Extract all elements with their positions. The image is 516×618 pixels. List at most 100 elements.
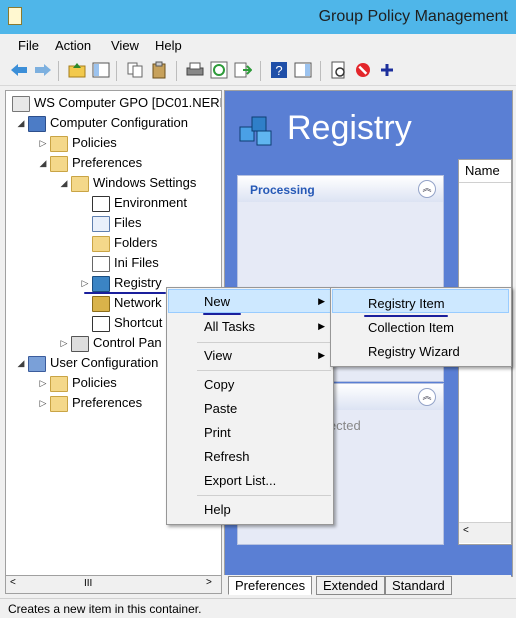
gpo-icon	[12, 95, 30, 112]
menu-item-help[interactable]: Help	[204, 502, 231, 517]
show-tree-icon[interactable]	[92, 61, 110, 79]
print-icon[interactable]	[186, 61, 204, 79]
tree-node-computer-configuration[interactable]: ◢ Computer Configuration	[16, 113, 188, 133]
scroll-thumb[interactable]: III	[84, 578, 92, 589]
paste-icon[interactable]	[150, 61, 168, 79]
tree-node-user-policies[interactable]: ▷ Policies	[38, 373, 117, 393]
toolbar-separator	[176, 61, 177, 81]
list-horizontal-scrollbar[interactable]: <	[459, 522, 511, 543]
stop-icon[interactable]	[354, 61, 372, 79]
submenu-arrow-icon: ▶	[318, 321, 325, 331]
control-panel-icon	[71, 335, 89, 352]
status-text: Creates a new item in this container.	[8, 602, 202, 616]
tree-node-network-shares[interactable]: Network	[90, 293, 162, 313]
expand-arrow-icon[interactable]: ▷	[59, 333, 69, 353]
submenu-arrow-icon: ▶	[318, 296, 325, 306]
help-icon[interactable]: ?	[270, 61, 288, 79]
menu-item-collection-item[interactable]: Collection Item	[368, 320, 454, 335]
tree-label: User Configuration	[50, 355, 159, 370]
refresh-icon[interactable]	[210, 61, 228, 79]
tree-node-environment[interactable]: Environment	[90, 193, 187, 213]
tab-standard[interactable]: Standard	[385, 576, 452, 595]
folder-icon	[50, 395, 68, 412]
collapse-chevron-icon[interactable]: ︽	[418, 180, 436, 198]
status-bar: Creates a new item in this container.	[0, 598, 516, 618]
shortcut-icon	[92, 315, 110, 332]
show-action-pane-icon[interactable]	[294, 61, 312, 79]
menu-file[interactable]: File	[18, 38, 39, 53]
tree-node-control-panel[interactable]: ▷ Control Pan	[59, 333, 162, 353]
files-icon	[92, 215, 110, 232]
tree-horizontal-scrollbar[interactable]: < III >	[5, 575, 222, 594]
back-arrow-icon[interactable]	[10, 61, 28, 79]
column-header-name[interactable]: Name	[465, 163, 500, 178]
tab-extended[interactable]: Extended	[316, 576, 385, 595]
tree-node-folders[interactable]: Folders	[90, 233, 157, 253]
add-icon[interactable]	[378, 61, 396, 79]
menu-highlight	[168, 289, 331, 313]
export-list-icon[interactable]	[234, 61, 252, 79]
collapse-arrow-icon[interactable]: ◢	[59, 173, 69, 193]
tree-label: Preferences	[72, 155, 143, 170]
menu-item-registry-wizard[interactable]: Registry Wizard	[368, 344, 460, 359]
expand-arrow-icon[interactable]: ▷	[38, 133, 48, 153]
menu-item-view[interactable]: View	[204, 348, 232, 363]
tree-label: Registry	[114, 275, 162, 290]
toolbar-separator	[320, 61, 321, 81]
tree-label: WS Computer GPO [DC01.NERD	[34, 95, 222, 110]
tree-node-registry[interactable]: ▷ Registry	[80, 273, 162, 293]
tree-label: Ini Files	[114, 255, 159, 270]
submenu-arrow-icon: ▶	[318, 350, 325, 360]
tree-node-files[interactable]: Files	[90, 213, 141, 233]
menu-view[interactable]: View	[111, 38, 139, 53]
toolbar-separator	[116, 61, 117, 81]
collapse-arrow-icon[interactable]: ◢	[38, 153, 48, 173]
expand-arrow-icon[interactable]: ▷	[38, 393, 48, 413]
menu-separator	[197, 370, 331, 371]
tree-label: Windows Settings	[93, 175, 197, 190]
up-folder-icon[interactable]	[68, 61, 86, 79]
tree-node-preferences[interactable]: ◢ Preferences	[38, 153, 142, 173]
tree-node-shortcuts[interactable]: Shortcut	[90, 313, 162, 333]
title-bar: Group Policy Management	[0, 0, 516, 34]
annotation-underline	[203, 313, 241, 315]
expand-arrow-icon[interactable]: ▷	[80, 273, 90, 293]
tree-node-user-configuration[interactable]: ◢ User Configuration	[16, 353, 158, 373]
tree-node-ini-files[interactable]: Ini Files	[90, 253, 159, 273]
view-tabs: Preferences Extended Standard	[224, 575, 511, 595]
registry-heading: Registry	[287, 109, 412, 147]
tree-label: Control Pan	[93, 335, 162, 350]
properties-icon[interactable]	[330, 61, 348, 79]
menu-item-print[interactable]: Print	[204, 425, 231, 440]
menu-item-export-list[interactable]: Export List...	[204, 473, 276, 488]
new-submenu: Registry Item Collection Item Registry W…	[330, 287, 512, 367]
menu-help[interactable]: Help	[155, 38, 182, 53]
tree-label: Environment	[114, 195, 187, 210]
menu-item-copy[interactable]: Copy	[204, 377, 234, 392]
collapse-chevron-icon[interactable]: ︽	[418, 388, 436, 406]
tree-node-user-preferences[interactable]: ▷ Preferences	[38, 393, 142, 413]
tree-node-windows-settings[interactable]: ◢ Windows Settings	[59, 173, 196, 193]
menu-item-all-tasks[interactable]: All Tasks	[204, 319, 255, 334]
menu-item-new[interactable]: New	[204, 294, 230, 309]
scroll-right-icon[interactable]: >	[206, 577, 212, 588]
menu-item-registry-item[interactable]: Registry Item	[368, 296, 445, 311]
tab-preferences[interactable]: Preferences	[228, 576, 313, 595]
collapse-arrow-icon[interactable]: ◢	[16, 113, 26, 133]
scroll-left-icon[interactable]: <	[10, 577, 16, 588]
svg-text:?: ?	[275, 63, 282, 78]
expand-arrow-icon[interactable]: ▷	[38, 373, 48, 393]
menu-item-refresh[interactable]: Refresh	[204, 449, 250, 464]
users-icon	[28, 355, 46, 372]
tree-node-policies[interactable]: ▷ Policies	[38, 133, 117, 153]
scroll-left-icon[interactable]: <	[463, 525, 469, 536]
menu-action[interactable]: Action	[55, 38, 91, 53]
annotation-underline	[84, 292, 166, 294]
collapse-arrow-icon[interactable]: ◢	[16, 353, 26, 373]
tree-node-gpo-root[interactable]: WS Computer GPO [DC01.NERD	[10, 93, 222, 113]
forward-arrow-icon[interactable]	[34, 61, 52, 79]
copy-icon[interactable]	[126, 61, 144, 79]
folder-icon	[50, 135, 68, 152]
menu-item-paste[interactable]: Paste	[204, 401, 237, 416]
processing-title: Processing	[250, 183, 315, 197]
